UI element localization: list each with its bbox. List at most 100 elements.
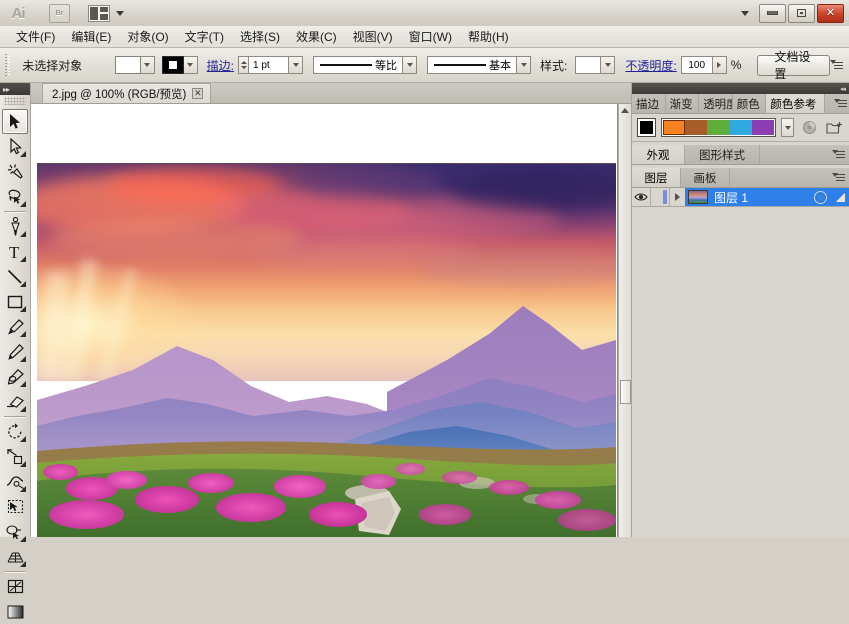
menu-file[interactable]: 文件(F) [8,26,63,47]
workspace-chevron-down-icon[interactable] [116,10,124,16]
width-tool[interactable] [2,469,28,494]
stroke-label-link[interactable]: 描边: [207,57,234,74]
lasso-tool[interactable] [2,184,28,209]
stroke-profile-value[interactable]: 等比 [313,56,404,74]
maximize-button[interactable] [788,3,815,23]
bridge-button[interactable]: Br [49,3,70,23]
tab-color-guide[interactable]: 颜色参考 [766,94,825,113]
harmony-swatch-5[interactable] [751,120,775,135]
graphic-style-swatch[interactable] [575,56,602,74]
stroke-swatch[interactable] [161,56,184,74]
tab-layers[interactable]: 图层 [632,168,681,187]
tab-color[interactable]: 颜色 [732,94,767,113]
control-bar-panel-menu-icon[interactable] [830,58,843,72]
canvas-area[interactable] [31,104,631,537]
tab-gradient[interactable]: 渐变 [665,94,700,113]
brush-definition-control[interactable]: 基本 [427,56,532,74]
window-chevron-down-icon[interactable] [741,10,749,16]
tab-appearance[interactable]: 外观 [632,145,685,164]
layer-name[interactable]: 图层 1 [714,189,748,206]
selection-tool[interactable] [2,109,28,134]
direct-selection-tool[interactable] [2,134,28,159]
eye-icon[interactable] [632,188,650,206]
stroke-color-control[interactable] [161,56,198,74]
opacity-value[interactable]: 100 [680,56,713,74]
harmony-swatch-1[interactable] [663,120,686,135]
appearance-panel-menu-icon[interactable] [829,145,849,164]
canvas-vertical-scrollbar[interactable] [618,104,631,537]
eraser-tool[interactable] [2,389,28,414]
stroke-profile-control[interactable]: 等比 [313,56,418,74]
pencil-tool[interactable] [2,339,28,364]
harmony-rules-chevron-down-icon[interactable] [781,118,794,137]
opacity-flyout-icon[interactable] [712,56,727,74]
document-setup-button[interactable]: 文档设置 [757,50,830,81]
stroke-weight-control[interactable]: 1 pt [238,56,304,74]
rotate-tool[interactable] [2,419,28,444]
stroke-weight-chevron-down-icon[interactable] [289,56,304,74]
fill-dropdown-chevron-down-icon[interactable] [140,56,155,74]
harmony-swatch-strip[interactable] [661,118,776,137]
magic-wand-tool[interactable] [2,159,28,184]
menu-type[interactable]: 文字(T) [177,26,232,47]
brush-definition-chevron-down-icon[interactable] [517,56,532,74]
tab-stroke[interactable]: 描边 [632,94,666,113]
tools-collapse-icon[interactable]: ▸▸ [3,85,10,94]
gradient-tool[interactable] [2,599,28,624]
harmony-swatch-2[interactable] [685,120,708,135]
placed-image-artwork[interactable] [37,163,616,537]
menu-view[interactable]: 视图(V) [345,26,401,47]
menu-help[interactable]: 帮助(H) [460,26,517,47]
close-icon[interactable]: ✕ [192,88,204,99]
menu-edit[interactable]: 编辑(E) [63,26,119,47]
tab-transparency[interactable]: 透明度 [699,94,733,113]
shape-builder-tool[interactable] [2,519,28,544]
fill-swatch[interactable] [114,56,141,74]
lock-toggle[interactable] [650,188,669,206]
menu-effect[interactable]: 效果(C) [288,26,345,47]
document-tab[interactable]: 2.jpg @ 100% (RGB/预览) ✕ [42,83,212,103]
menu-select[interactable]: 选择(S) [232,26,288,47]
free-transform-tool[interactable] [2,494,28,519]
rectangle-tool[interactable] [2,289,28,314]
stroke-weight-value[interactable]: 1 pt [249,56,290,74]
tab-graphic-styles[interactable]: 图形样式 [685,145,760,164]
dock-collapse-icon[interactable]: ◂◂ [840,85,846,93]
perspective-grid-tool[interactable] [2,544,28,569]
graphic-style-control[interactable] [575,56,616,74]
color-guide-panel-menu-icon[interactable] [832,94,849,113]
tab-artboards[interactable]: 画板 [681,168,730,187]
graphic-style-chevron-down-icon[interactable] [601,56,616,74]
target-circle-icon[interactable] [814,190,827,204]
new-color-group-icon[interactable] [824,118,844,137]
control-bar-grip[interactable] [3,54,11,76]
scrollbar-thumb[interactable] [620,380,631,404]
fill-color-control[interactable] [114,56,155,74]
edit-colors-icon[interactable] [799,118,819,137]
paintbrush-tool[interactable] [2,314,28,339]
scale-tool[interactable] [2,444,28,469]
minimize-button[interactable] [759,3,786,23]
tools-panel-grip[interactable] [4,97,26,105]
menu-window[interactable]: 窗口(W) [401,26,460,47]
triangle-right-icon[interactable] [669,188,685,206]
close-button[interactable]: ✕ [817,3,844,23]
blob-brush-tool[interactable] [2,364,28,389]
stroke-dropdown-chevron-down-icon[interactable] [183,56,198,74]
table-row[interactable]: 图层 1 [632,188,849,207]
menu-object[interactable]: 对象(O) [119,26,176,47]
pen-tool[interactable] [2,214,28,239]
dock-collapse-bar[interactable]: ◂◂ [632,83,849,94]
layers-panel-menu-icon[interactable] [829,168,849,187]
line-segment-tool[interactable] [2,264,28,289]
stroke-profile-chevron-down-icon[interactable] [403,56,418,74]
brush-definition-value[interactable]: 基本 [427,56,518,74]
scroll-up-triangle-up-icon[interactable] [619,104,631,117]
harmony-swatch-4[interactable] [729,120,752,135]
stroke-weight-stepper[interactable] [238,56,250,74]
opacity-control[interactable]: 100 % [680,56,750,74]
opacity-label-link[interactable]: 不透明度: [625,57,676,74]
layers-empty-area[interactable] [632,207,849,507]
mesh-tool[interactable] [2,574,28,599]
harmony-swatch-3[interactable] [707,120,730,135]
